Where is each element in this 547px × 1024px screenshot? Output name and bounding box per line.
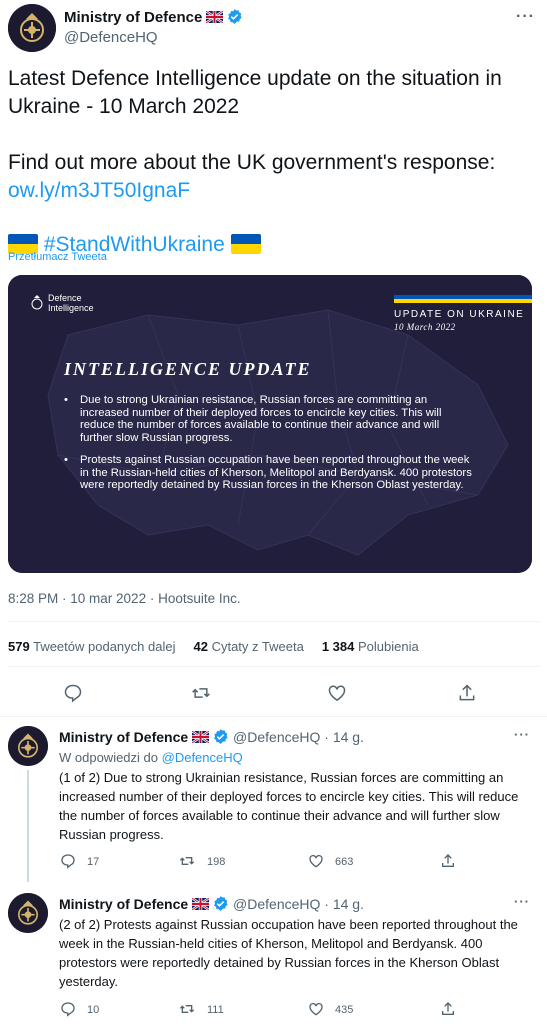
tweet-stats: 579 Tweetów podanych dalej 42 Cytaty z Tw…: [8, 639, 419, 654]
verified-badge-icon: [212, 895, 229, 912]
thread-connector: [27, 770, 29, 882]
like-icon[interactable]: [308, 1001, 324, 1017]
tweet-text-spacer-2: [8, 205, 538, 231]
intelligence-update-title: INTELLIGENCE UPDATE: [64, 359, 312, 379]
bullet-item: Due to strong Ukrainian resistance, Russ…: [64, 394, 474, 444]
author-name[interactable]: Ministry of Defence: [64, 8, 243, 26]
likes-stat[interactable]: 1 384 Polubienia: [322, 639, 419, 654]
verified-badge-icon: [226, 8, 243, 25]
replying-to-handle[interactable]: @DefenceHQ: [162, 750, 243, 765]
retweet-count: 198: [207, 856, 226, 868]
reply-icon[interactable]: [60, 853, 76, 869]
logo-line2: Intelligence: [48, 303, 94, 313]
uk-flag-icon: [206, 11, 224, 23]
divider: [0, 716, 547, 717]
author-handle[interactable]: @DefenceHQ: [64, 29, 158, 46]
tweet-text: Latest Defence Intelligence update on th…: [8, 65, 538, 259]
defence-intelligence-logo: Defence Intelligence: [30, 293, 94, 313]
reply-author-name[interactable]: Ministry of Defence: [59, 896, 188, 912]
retweets-stat[interactable]: 579 Tweetów podanych dalej: [8, 639, 175, 654]
reply-avatar[interactable]: [8, 726, 48, 766]
di-crest-icon: [31, 295, 43, 310]
like-count: 435: [335, 1004, 354, 1016]
tweet-media-image[interactable]: Defence Intelligence UPDATE ON UKRAINE 1…: [8, 275, 532, 573]
update-date: 10 March 2022: [394, 322, 456, 332]
reply-more-button[interactable]: ···: [514, 727, 530, 742]
mod-crest-icon: [8, 726, 48, 766]
uk-flag-icon: [192, 731, 210, 743]
retweet-count: 111: [207, 1004, 224, 1016]
tweet-text-line2: Find out more about the UK government's …: [8, 151, 496, 174]
mod-crest-icon: [8, 4, 56, 52]
share-icon[interactable]: [457, 683, 477, 703]
mod-crest-icon: [8, 893, 48, 933]
author-avatar[interactable]: [8, 4, 56, 52]
reply-author-handle[interactable]: @DefenceHQ: [233, 729, 320, 745]
tweet-text-line1: Latest Defence Intelligence update on th…: [8, 67, 502, 118]
retweet-icon[interactable]: [190, 683, 212, 703]
update-label: UPDATE ON UKRAINE: [394, 309, 525, 320]
logo-line1: Defence: [48, 293, 82, 303]
reply-text: (1 of 2) Due to strong Ukrainian resista…: [59, 770, 519, 842]
reply-time[interactable]: · 14 g.: [324, 896, 364, 912]
more-options-button[interactable]: ···: [516, 8, 535, 26]
reply-header: Ministry of Defence @DefenceHQ · 14 g.: [59, 895, 364, 912]
reply-text: (2 of 2) Protests against Russian occupa…: [59, 917, 518, 989]
retweet-icon[interactable]: [178, 1001, 196, 1017]
reply-count: 10: [87, 1004, 100, 1016]
quotes-stat[interactable]: 42 Cytaty z Tweeta: [193, 639, 303, 654]
replying-to: W odpowiedzi do @DefenceHQ: [59, 750, 243, 765]
tweet-link[interactable]: ow.ly/m3JT50IgnaF: [8, 177, 538, 205]
ukraine-colour-bar: [394, 295, 532, 303]
uk-flag-icon: [192, 898, 210, 910]
divider: [8, 666, 539, 667]
divider: [8, 621, 539, 622]
translate-tweet-link[interactable]: Przetłumacz Tweeta: [8, 251, 107, 263]
ukraine-flag-icon: [230, 234, 261, 254]
share-icon[interactable]: [440, 1001, 456, 1017]
like-icon[interactable]: [308, 853, 324, 869]
reply-header: Ministry of Defence @DefenceHQ · 14 g.: [59, 728, 364, 745]
verified-badge-icon: [212, 728, 229, 745]
retweet-icon[interactable]: [178, 853, 196, 869]
reply-avatar[interactable]: [8, 893, 48, 933]
tweet-meta[interactable]: 8:28 PM · 10 mar 2022 · Hootsuite Inc.: [8, 591, 241, 606]
reply-time[interactable]: · 14 g.: [324, 729, 364, 745]
reply-icon[interactable]: [60, 1001, 76, 1017]
like-icon[interactable]: [327, 683, 347, 703]
reply-more-button[interactable]: ···: [514, 894, 530, 909]
reply-count: 17: [87, 856, 100, 868]
like-count: 663: [335, 856, 354, 868]
tweet-text-spacer: [8, 121, 538, 149]
intelligence-bullets: Due to strong Ukrainian resistance, Russ…: [64, 394, 474, 502]
share-icon[interactable]: [440, 853, 456, 869]
reply-author-handle[interactable]: @DefenceHQ: [233, 896, 320, 912]
reply-icon[interactable]: [63, 683, 83, 703]
reply-author-name[interactable]: Ministry of Defence: [59, 729, 188, 745]
bullet-item: Protests against Russian occupation have…: [64, 454, 474, 492]
author-name-text[interactable]: Ministry of Defence: [64, 9, 202, 26]
